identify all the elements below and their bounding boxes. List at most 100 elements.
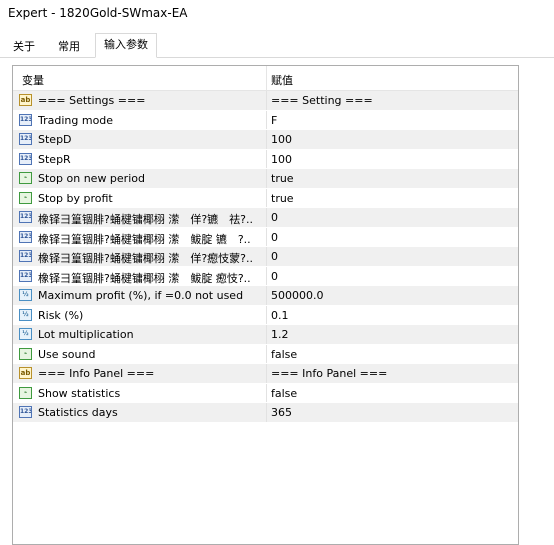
parameter-value[interactable]: 1.2 bbox=[271, 328, 289, 341]
table-row[interactable]: 123 Statistics days 365 bbox=[13, 403, 518, 423]
parameter-value[interactable]: 0 bbox=[271, 250, 278, 263]
variable-cell: ab === Settings === bbox=[13, 91, 266, 110]
table-row[interactable]: ⌁ Stop by profit true bbox=[13, 188, 518, 208]
cell-divider bbox=[266, 169, 267, 188]
parameter-name: 橡铎彐篁锢腓?蛹楗镛椰栩 潆 鲅腚 镳 ?.. bbox=[38, 232, 251, 246]
double-icon: ½ bbox=[19, 308, 32, 321]
parameter-name: 橡铎彐篁锢腓?蛹楗镛椰栩 潆 鲅腚 瘛忮?.. bbox=[38, 271, 251, 285]
parameter-value[interactable]: 0.1 bbox=[271, 309, 289, 322]
variable-cell: 123 StepR bbox=[13, 150, 266, 169]
parameter-value[interactable]: true bbox=[271, 192, 294, 205]
table-row[interactable]: ⌁ Stop on new period true bbox=[13, 169, 518, 189]
variable-cell: 123 StepD bbox=[13, 130, 266, 149]
cell-divider bbox=[266, 325, 267, 344]
integer-icon: 123 bbox=[19, 152, 32, 165]
parameter-name: StepR bbox=[38, 152, 71, 166]
table-row[interactable]: 123 StepD 100 bbox=[13, 130, 518, 150]
double-icon: ½ bbox=[19, 328, 32, 340]
table-row[interactable]: ⌁ Use sound false bbox=[13, 344, 518, 364]
integer-icon: 123 bbox=[19, 406, 32, 418]
column-divider[interactable] bbox=[266, 66, 267, 90]
cell-divider bbox=[266, 91, 267, 110]
integer-icon: 123 bbox=[19, 113, 32, 126]
parameter-value[interactable]: F bbox=[271, 114, 277, 127]
parameter-name: Stop by profit bbox=[38, 191, 113, 205]
tab-inputs[interactable]: 输入参数 bbox=[95, 33, 157, 58]
parameter-name: === Settings === bbox=[38, 94, 146, 107]
parameter-value[interactable]: 365 bbox=[271, 406, 292, 419]
cell-divider bbox=[266, 149, 267, 168]
variable-cell: ab === Info Panel === bbox=[13, 364, 266, 383]
parameter-name: Risk (%) bbox=[38, 308, 84, 322]
variable-cell: 123 橡铎彐篁锢腓?蛹楗镛椰栩 潆 佯?瘛忮蒙?.. bbox=[13, 247, 266, 266]
string-icon: ab bbox=[19, 367, 32, 379]
parameter-value[interactable]: 100 bbox=[271, 133, 292, 146]
parameter-name: Stop on new period bbox=[38, 172, 145, 185]
parameter-value[interactable]: true bbox=[271, 172, 294, 185]
table-row[interactable]: ½ Lot multiplication 1.2 bbox=[13, 325, 518, 345]
tab-divider bbox=[0, 57, 554, 58]
cell-divider bbox=[266, 110, 267, 129]
parameter-value[interactable]: 0 bbox=[271, 211, 278, 224]
table-row[interactable]: 123 橡铎彐篁锢腓?蛹楗镛椰栩 潆 佯?瘛忮蒙?.. 0 bbox=[13, 247, 518, 267]
cell-divider bbox=[266, 383, 267, 402]
cell-divider bbox=[266, 247, 267, 266]
table-row[interactable]: ab === Settings === === Setting === bbox=[13, 91, 518, 111]
boolean-icon: ⌁ bbox=[19, 347, 32, 360]
tab-about[interactable]: 关于 bbox=[10, 37, 38, 57]
cell-divider bbox=[266, 403, 267, 422]
cell-divider bbox=[266, 305, 267, 324]
table-row[interactable]: ½ Risk (%) 0.1 bbox=[13, 305, 518, 325]
variable-cell: 123 Statistics days bbox=[13, 403, 266, 422]
cell-divider bbox=[266, 130, 267, 149]
parameter-value[interactable]: false bbox=[271, 348, 297, 361]
integer-icon: 123 bbox=[19, 269, 32, 282]
parameter-name: Maximum profit (%), if =0.0 not used bbox=[38, 289, 244, 302]
column-header-value[interactable]: 赋值 bbox=[271, 72, 293, 88]
double-icon: ½ bbox=[19, 289, 32, 301]
cell-divider bbox=[266, 286, 267, 305]
variable-cell: ½ Maximum profit (%), if =0.0 not used bbox=[13, 286, 266, 305]
table-row[interactable]: 123 橡铎彐篁锢腓?蛹楗镛椰栩 潆 鲅腚 镳 ?.. 0 bbox=[13, 227, 518, 247]
parameter-value[interactable]: === Setting === bbox=[271, 94, 373, 107]
cell-divider bbox=[266, 364, 267, 383]
column-header-variable[interactable]: 变量 bbox=[22, 72, 44, 88]
parameter-value[interactable]: 500000.0 bbox=[271, 289, 324, 302]
parameter-value[interactable]: 100 bbox=[271, 153, 292, 166]
table-row[interactable]: ⌁ Show statistics false bbox=[13, 383, 518, 403]
table-row[interactable]: ab === Info Panel === === Info Panel === bbox=[13, 364, 518, 384]
parameter-value[interactable]: false bbox=[271, 387, 297, 400]
variable-cell: ⌁ Stop on new period bbox=[13, 169, 266, 188]
table-row[interactable]: 123 Trading mode F bbox=[13, 110, 518, 130]
table-header: 变量 赋值 bbox=[13, 66, 518, 91]
variable-cell: 123 橡铎彐篁锢腓?蛹楗镛椰栩 潆 鲅腚 镳 ?.. bbox=[13, 228, 266, 247]
parameter-name: Trading mode bbox=[38, 113, 114, 127]
window-title: Expert - 1820Gold-SWmax-EA bbox=[8, 6, 188, 20]
variable-cell: 123 Trading mode bbox=[13, 111, 266, 130]
integer-icon: 123 bbox=[19, 133, 32, 145]
variable-cell: ½ Lot multiplication bbox=[13, 325, 266, 344]
parameter-value[interactable]: 0 bbox=[271, 270, 278, 283]
table-row[interactable]: 123 橡铎彐篁锢腓?蛹楗镛椰栩 潆 鲅腚 瘛忮?.. 0 bbox=[13, 266, 518, 286]
table-row[interactable]: ½ Maximum profit (%), if =0.0 not used 500… bbox=[13, 286, 518, 306]
parameter-name: === Info Panel === bbox=[38, 367, 155, 380]
parameters-table: 变量 赋值 ab === Settings === === Setting === 1… bbox=[12, 65, 519, 545]
integer-icon: 123 bbox=[19, 230, 32, 243]
table-row[interactable]: 123 橡铎彐篁锢腓?蛹楗镛椰栩 潆 佯?镳 祛?.. 0 bbox=[13, 208, 518, 228]
parameter-value[interactable]: === Info Panel === bbox=[271, 367, 387, 380]
variable-cell: ½ Risk (%) bbox=[13, 306, 266, 325]
parameter-name: 橡铎彐篁锢腓?蛹楗镛椰栩 潆 佯?镳 祛?.. bbox=[38, 213, 254, 226]
parameter-name: 橡铎彐篁锢腓?蛹楗镛椰栩 潆 佯?瘛忮蒙?.. bbox=[38, 252, 254, 265]
cell-divider bbox=[266, 227, 267, 246]
string-icon: ab bbox=[19, 94, 32, 106]
parameter-name: Statistics days bbox=[38, 406, 118, 419]
parameter-value[interactable]: 0 bbox=[271, 231, 278, 244]
window-titlebar: Expert - 1820Gold-SWmax-EA bbox=[0, 0, 554, 28]
parameter-name: StepD bbox=[38, 133, 72, 146]
tab-common[interactable]: 常用 bbox=[52, 37, 86, 57]
table-row[interactable]: 123 StepR 100 bbox=[13, 149, 518, 169]
cell-divider bbox=[266, 188, 267, 207]
variable-cell: 123 橡铎彐篁锢腓?蛹楗镛椰栩 潆 佯?镳 祛?.. bbox=[13, 208, 266, 227]
integer-icon: 123 bbox=[19, 211, 32, 223]
variable-cell: ⌁ Use sound bbox=[13, 345, 266, 364]
